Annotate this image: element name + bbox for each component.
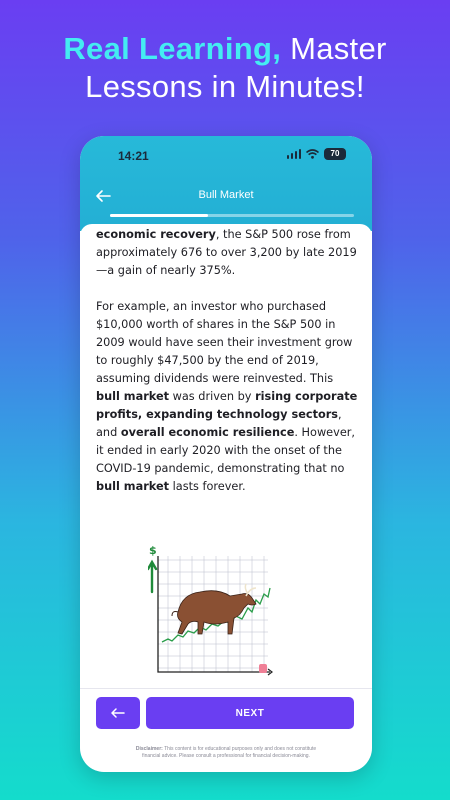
paragraph-text: lasts forever.	[169, 480, 246, 493]
disclaimer-text: Disclaimer: This content is for educatio…	[100, 746, 352, 760]
disclaimer-label: Disclaimer:	[135, 746, 163, 752]
battery-icon: 70	[324, 148, 346, 160]
promo-headline: Real Learning, Master Lessons in Minutes…	[0, 30, 450, 106]
disclaimer-line-2: financial advice. Please consult a profe…	[142, 753, 310, 759]
arrow-left-icon	[111, 708, 125, 718]
lesson-content: economic recovery, the S&P 500 rose from…	[80, 224, 372, 688]
lesson-progress-fill	[110, 214, 208, 217]
next-button[interactable]: NEXT	[146, 697, 354, 729]
headline-line-1: Real Learning, Master	[0, 30, 450, 68]
status-time: 14:21	[118, 149, 149, 163]
phone-frame: 14:21 70 Bull Market economic recovery, …	[80, 136, 372, 772]
bold-term: bull market	[96, 390, 170, 403]
lesson-paragraph-1: economic recovery, the S&P 500 rose from…	[96, 226, 358, 280]
headline-line-2: Lessons in Minutes!	[85, 69, 365, 104]
paragraph-text: was driven by	[169, 390, 256, 403]
svg-text:$: $	[149, 544, 157, 557]
wifi-icon	[306, 149, 319, 159]
lesson-title: Bull Market	[198, 189, 254, 201]
headline-rest: Master	[281, 31, 387, 66]
lesson-progress-bar	[110, 214, 354, 217]
bold-term: overall economic resilience	[120, 426, 295, 439]
bold-term: economic recovery	[96, 228, 216, 241]
bull-market-chart-illustration: $	[148, 544, 273, 676]
status-icons: 70	[286, 148, 346, 160]
lesson-paragraph-2: For example, an investor who purchased $…	[96, 298, 358, 496]
signal-icon	[286, 149, 301, 159]
headline-accent: Real Learning,	[63, 31, 282, 66]
bold-term: bull market	[96, 480, 170, 493]
lesson-header: 14:21 70 Bull Market	[80, 136, 372, 231]
previous-button[interactable]	[96, 697, 140, 729]
disclaimer-line-1-text: This content is for educational purposes…	[162, 746, 317, 752]
disclaimer-line-1: Disclaimer: This content is for educatio…	[100, 746, 352, 753]
footer-divider	[80, 688, 372, 689]
paragraph-text: For example, an investor who purchased $…	[96, 300, 353, 385]
